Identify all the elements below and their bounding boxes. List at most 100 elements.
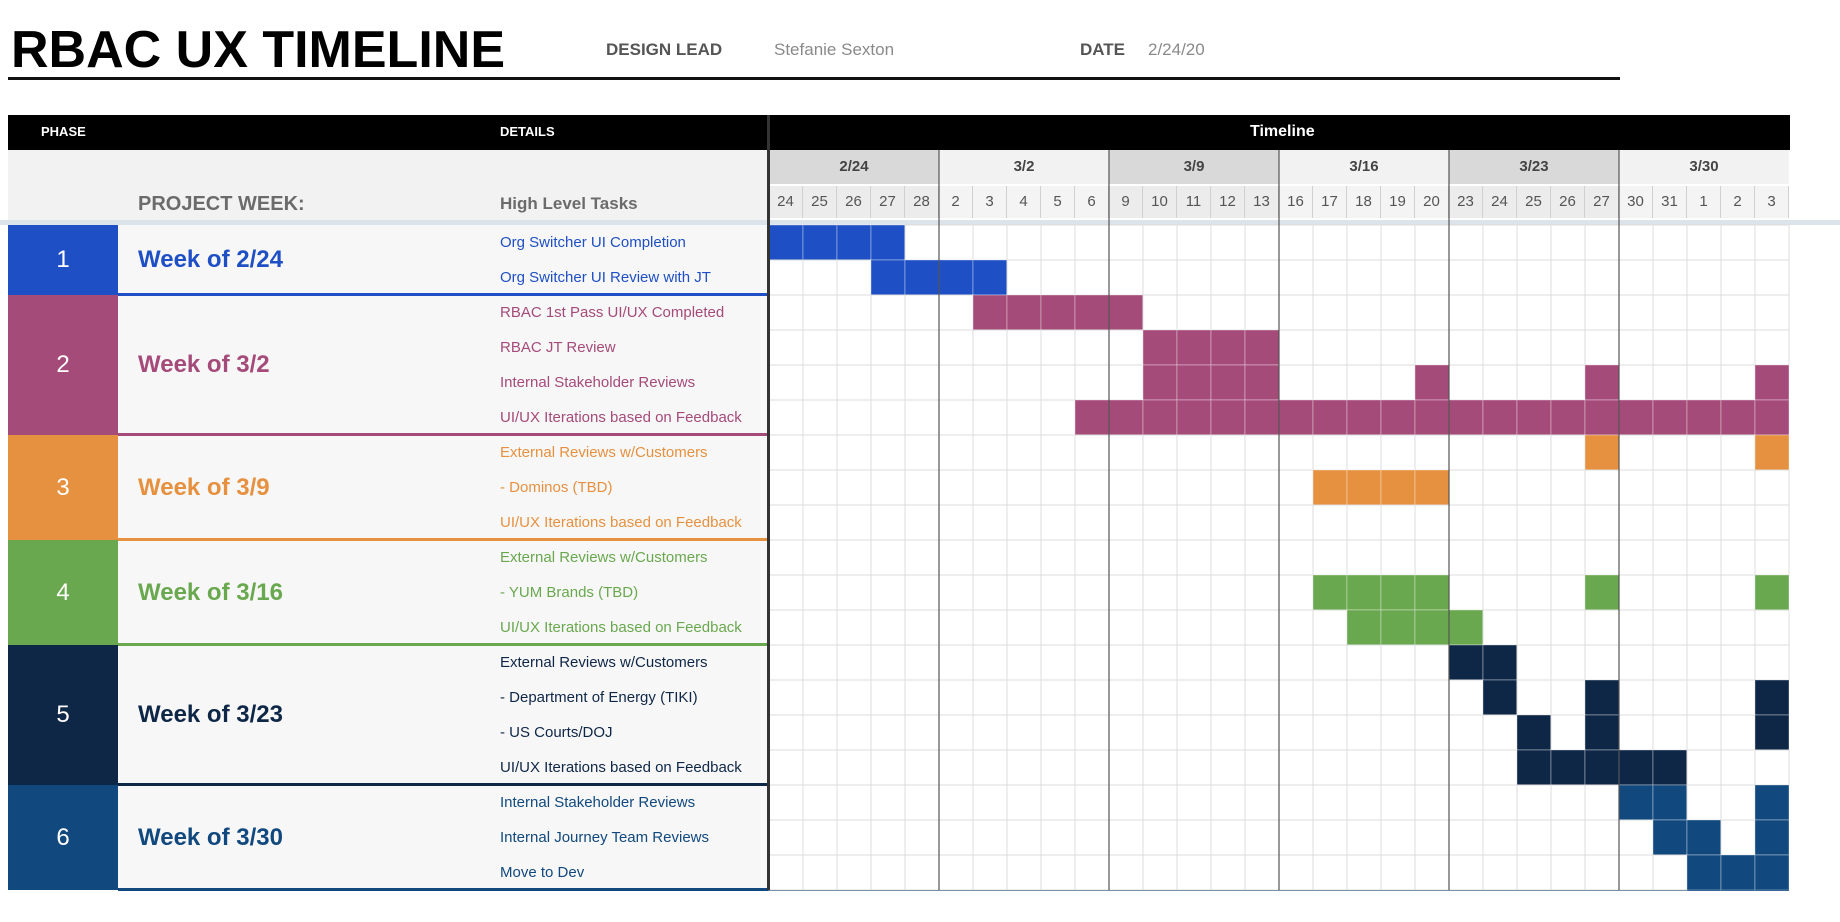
timeline-empty-cell	[1482, 539, 1518, 576]
timeline-empty-cell	[1380, 819, 1416, 856]
timeline-empty-cell	[1244, 609, 1280, 646]
timeline-empty-cell	[1006, 819, 1042, 856]
timeline-bar-cell	[1108, 294, 1144, 331]
timeline-empty-cell	[836, 609, 872, 646]
timeline-empty-cell	[1074, 364, 1110, 401]
timeline-bar-cell	[1244, 329, 1280, 366]
timeline-empty-cell	[904, 679, 940, 716]
timeline-bar-cell	[1652, 399, 1688, 436]
timeline-empty-cell	[1244, 574, 1280, 611]
timeline-empty-cell	[1040, 399, 1076, 436]
timeline-empty-cell	[1040, 364, 1076, 401]
timeline-empty-cell	[1652, 434, 1688, 471]
timeline-empty-cell	[1686, 574, 1722, 611]
timeline-empty-cell	[1686, 469, 1722, 506]
timeline-bar-cell	[1380, 399, 1416, 436]
timeline-empty-cell	[1210, 784, 1246, 821]
timeline-empty-cell	[870, 329, 906, 366]
timeline-bar-cell	[1550, 749, 1586, 786]
timeline-bar-cell	[1754, 784, 1790, 821]
timeline-empty-cell	[768, 784, 804, 821]
timeline-empty-cell	[802, 784, 838, 821]
timeline-empty-cell	[870, 504, 906, 541]
timeline-bar-cell	[1346, 399, 1382, 436]
timeline-bar-cell	[1618, 399, 1654, 436]
timeline-empty-cell	[1244, 854, 1280, 891]
timeline-bar-cell	[1754, 434, 1790, 471]
timeline-bar-cell	[1686, 819, 1722, 856]
timeline-empty-cell	[1380, 784, 1416, 821]
timeline-empty-cell	[1550, 784, 1586, 821]
timeline-empty-cell	[1380, 749, 1416, 786]
timeline-empty-cell	[802, 294, 838, 331]
timeline-empty-cell	[1584, 469, 1620, 506]
timeline-empty-cell	[1584, 819, 1620, 856]
timeline-empty-cell	[1652, 644, 1688, 681]
timeline-empty-cell	[1448, 329, 1484, 366]
timeline-bar-cell	[1346, 469, 1382, 506]
timeline-empty-cell	[1278, 259, 1314, 296]
timeline-empty-cell	[904, 364, 940, 401]
timeline-left-divider	[767, 115, 770, 890]
timeline-empty-cell	[972, 854, 1008, 891]
timeline-empty-cell	[1312, 539, 1348, 576]
timeline-bar-cell	[768, 224, 804, 261]
timeline-empty-cell	[1006, 784, 1042, 821]
timeline-bar-cell	[1142, 329, 1178, 366]
timeline-empty-cell	[1482, 294, 1518, 331]
timeline-bar-cell	[1754, 854, 1790, 891]
timeline-empty-cell	[938, 539, 974, 576]
timeline-empty-cell	[1618, 539, 1654, 576]
timeline-bar-cell	[1516, 399, 1552, 436]
timeline-empty-cell	[1006, 469, 1042, 506]
timeline-bar-cell	[1142, 364, 1178, 401]
timeline-empty-cell	[1312, 749, 1348, 786]
timeline-empty-cell	[1006, 539, 1042, 576]
timeline-empty-cell	[1516, 679, 1552, 716]
timeline-bar-cell	[1652, 819, 1688, 856]
timeline-empty-cell	[1210, 224, 1246, 261]
timeline-empty-cell	[768, 434, 804, 471]
timeline-bar-cell	[1720, 399, 1756, 436]
timeline-bar-cell	[1482, 679, 1518, 716]
timeline-bar-cell	[1584, 574, 1620, 611]
timeline-empty-cell	[1074, 434, 1110, 471]
timeline-empty-cell	[1584, 539, 1620, 576]
timeline-empty-cell	[1652, 854, 1688, 891]
timeline-empty-cell	[1346, 224, 1382, 261]
timeline-empty-cell	[1210, 714, 1246, 751]
timeline-empty-cell	[938, 749, 974, 786]
timeline-empty-cell	[768, 259, 804, 296]
timeline-empty-cell	[1142, 294, 1178, 331]
timeline-empty-cell	[836, 469, 872, 506]
timeline-empty-cell	[1278, 434, 1314, 471]
timeline-empty-cell	[1618, 259, 1654, 296]
timeline-empty-cell	[1040, 574, 1076, 611]
timeline-empty-cell	[1006, 364, 1042, 401]
timeline-empty-cell	[1448, 784, 1484, 821]
timeline-empty-cell	[1448, 259, 1484, 296]
timeline-bar-cell	[1448, 644, 1484, 681]
timeline-bar-cell	[1210, 364, 1246, 401]
timeline-bar-cell	[1414, 609, 1450, 646]
timeline-empty-cell	[1244, 539, 1280, 576]
timeline-empty-cell	[802, 819, 838, 856]
timeline-empty-cell	[904, 609, 940, 646]
timeline-empty-cell	[768, 294, 804, 331]
timeline-empty-cell	[1244, 819, 1280, 856]
timeline-empty-cell	[802, 539, 838, 576]
timeline-empty-cell	[972, 399, 1008, 436]
timeline-bar-cell	[1414, 574, 1450, 611]
timeline-empty-cell	[836, 819, 872, 856]
timeline-empty-cell	[904, 329, 940, 366]
timeline-empty-cell	[972, 364, 1008, 401]
timeline-empty-cell	[768, 539, 804, 576]
timeline-bar-cell	[1584, 399, 1620, 436]
timeline-empty-cell	[1108, 854, 1144, 891]
timeline-empty-cell	[870, 714, 906, 751]
timeline-empty-cell	[1346, 364, 1382, 401]
timeline-empty-cell	[1414, 714, 1450, 751]
timeline-empty-cell	[1516, 469, 1552, 506]
timeline-empty-cell	[836, 364, 872, 401]
timeline-empty-cell	[1414, 644, 1450, 681]
